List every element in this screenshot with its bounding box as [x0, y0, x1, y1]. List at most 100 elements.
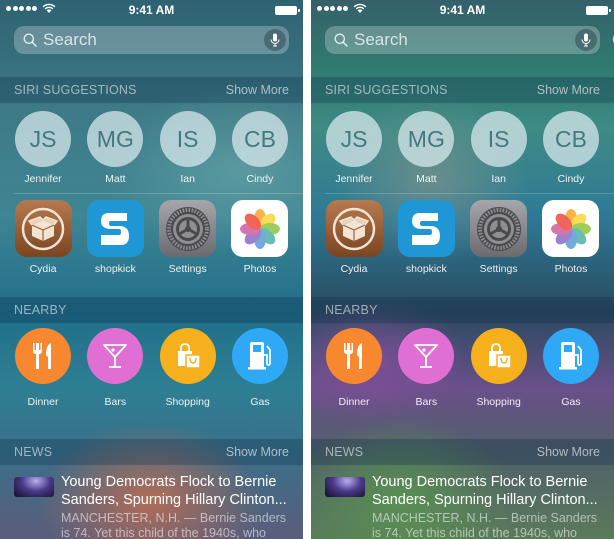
nearby-bars[interactable]: Bars: [397, 328, 455, 408]
status-bar: 9:41 AM: [0, 0, 303, 20]
nearby-header: NEARBY: [0, 297, 303, 323]
app-suggestion-photos[interactable]: Photos: [542, 200, 600, 275]
nearby-header: NEARBY: [311, 297, 614, 323]
dictation-button[interactable]: [575, 29, 597, 51]
divider: [14, 193, 303, 194]
dictation-button[interactable]: [264, 29, 286, 51]
app-suggestion-settings[interactable]: Settings: [159, 200, 217, 275]
app-suggestions-row: Cydia shopkick Settings Photos: [14, 200, 289, 275]
news-item[interactable]: Young Democrats Flock to Bernie Sanders,…: [325, 473, 606, 539]
nearby-label: Gas: [250, 396, 270, 408]
contact-avatar: JS: [326, 111, 382, 167]
nearby-label: Dinner: [27, 396, 59, 408]
contact-name: Ian: [180, 173, 195, 185]
contact-name: Jennifer: [335, 173, 373, 185]
nearby-bars[interactable]: Bars: [86, 328, 144, 408]
nearby-label: Gas: [561, 396, 581, 408]
contact-suggestion[interactable]: JS Jennifer: [325, 111, 383, 185]
contact-suggestion[interactable]: IS Ian: [470, 111, 528, 185]
cocktail-glass-icon: [398, 328, 455, 384]
show-more-link[interactable]: Show More: [537, 83, 600, 97]
nearby-gas[interactable]: Gas: [231, 328, 289, 408]
news-snippet: MANCHESTER, N.H. — Bernie Sanders is 74.…: [372, 511, 598, 539]
news-item[interactable]: Young Democrats Flock to Bernie Sanders,…: [14, 473, 295, 539]
microphone-icon: [270, 33, 280, 47]
news-thumbnail: [325, 477, 365, 497]
section-title: NEWS: [325, 445, 364, 459]
fork-knife-icon: [15, 328, 71, 384]
contact-name: Cindy: [557, 173, 585, 185]
news-header: NEWS Show More: [0, 439, 303, 465]
search-input[interactable]: [354, 30, 575, 50]
fork-knife-icon: [326, 328, 382, 384]
app-name: Settings: [168, 263, 207, 275]
nearby-label: Shopping: [476, 396, 521, 408]
settings-gear-icon: [470, 200, 528, 257]
gas-pump-icon: [542, 328, 599, 384]
cydia-icon: [325, 200, 383, 257]
app-suggestion-photos[interactable]: Photos: [231, 200, 289, 275]
shopping-bags-icon: [159, 328, 216, 384]
contact-avatar: MG: [398, 111, 455, 167]
cocktail-glass-icon: [87, 328, 144, 384]
show-more-link[interactable]: Show More: [537, 445, 600, 459]
search-field[interactable]: [325, 26, 600, 54]
nearby-shopping[interactable]: Shopping: [470, 328, 528, 408]
status-bar: 9:41 AM: [311, 0, 614, 20]
app-suggestion-cydia[interactable]: Cydia: [325, 200, 383, 275]
contact-suggestion[interactable]: IS Ian: [159, 111, 217, 185]
news-snippet: MANCHESTER, N.H. — Bernie Sanders is 74.…: [61, 511, 287, 539]
section-title: SIRI SUGGESTIONS: [14, 83, 137, 97]
contact-suggestion[interactable]: JS Jennifer: [14, 111, 72, 185]
nearby-row: Dinner Bars Shopping Gas: [325, 328, 600, 408]
section-title: NEARBY: [325, 303, 378, 317]
shopkick-icon: [86, 200, 144, 257]
search-row: Cancel: [325, 26, 614, 54]
section-title: NEARBY: [14, 303, 67, 317]
siri-suggestions-header: SIRI SUGGESTIONS Show More: [0, 77, 303, 103]
nearby-shopping[interactable]: Shopping: [159, 328, 217, 408]
contact-suggestion[interactable]: MG Matt: [397, 111, 455, 185]
contact-suggestion[interactable]: CB Cindy: [542, 111, 600, 185]
news-thumbnail: [14, 477, 54, 497]
app-name: Settings: [479, 263, 518, 275]
battery-icon: [275, 6, 300, 15]
search-input[interactable]: [43, 30, 264, 50]
app-suggestion-cydia[interactable]: Cydia: [14, 200, 72, 275]
search-field[interactable]: [14, 26, 289, 54]
nearby-label: Dinner: [338, 396, 370, 408]
contact-name: Cindy: [246, 173, 274, 185]
contact-name: Matt: [105, 173, 126, 185]
contact-suggestions-row: JS Jennifer MG Matt IS Ian CB Cindy: [14, 111, 289, 185]
magnifier-icon: [23, 33, 37, 47]
nearby-label: Bars: [104, 396, 127, 408]
app-suggestion-shopkick[interactable]: shopkick: [86, 200, 144, 275]
contact-suggestion[interactable]: MG Matt: [86, 111, 144, 185]
app-suggestions-row: Cydia shopkick Settings Photos: [325, 200, 600, 275]
app-name: shopkick: [405, 263, 447, 275]
contact-avatar: IS: [470, 111, 527, 167]
gas-pump-icon: [231, 328, 288, 384]
contact-avatar: JS: [15, 111, 71, 167]
photos-flower-icon: [542, 200, 600, 257]
app-suggestion-settings[interactable]: Settings: [470, 200, 528, 275]
divider: [325, 193, 614, 194]
nearby-dinner[interactable]: Dinner: [14, 328, 72, 408]
status-time: 9:41 AM: [439, 3, 486, 17]
contact-suggestion[interactable]: CB Cindy: [231, 111, 289, 185]
spotlight-screen-right: 9:41 AM Cancel SIRI SUGGESTIONS Show Mor…: [311, 0, 614, 539]
contact-avatar: IS: [159, 111, 216, 167]
section-title: SIRI SUGGESTIONS: [325, 83, 448, 97]
show-more-link[interactable]: Show More: [226, 83, 289, 97]
microphone-icon: [581, 33, 591, 47]
contact-avatar: CB: [231, 111, 288, 167]
shopping-bags-icon: [470, 328, 527, 384]
nearby-dinner[interactable]: Dinner: [325, 328, 383, 408]
nearby-gas[interactable]: Gas: [542, 328, 600, 408]
contact-name: Jennifer: [24, 173, 62, 185]
contact-name: Matt: [416, 173, 437, 185]
app-suggestion-shopkick[interactable]: shopkick: [397, 200, 455, 275]
nearby-label: Shopping: [165, 396, 210, 408]
shopkick-icon: [397, 200, 455, 257]
show-more-link[interactable]: Show More: [226, 445, 289, 459]
